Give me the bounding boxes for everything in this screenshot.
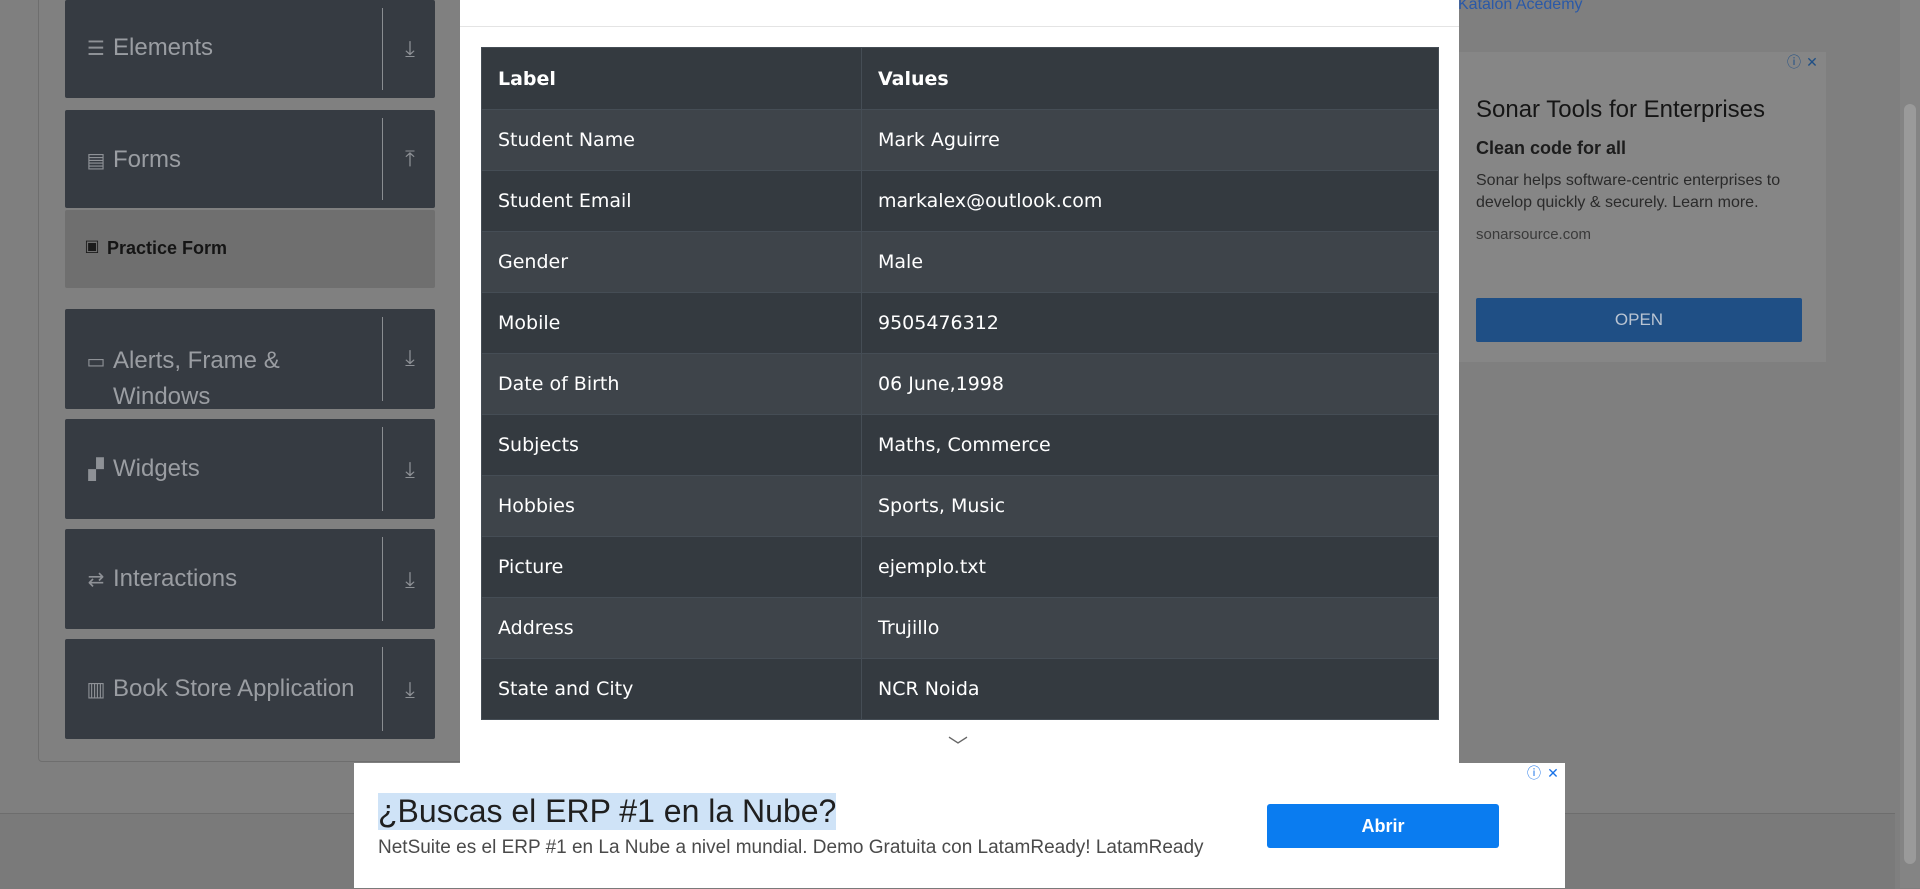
- row-label: Student Name: [481, 109, 862, 171]
- ad-info-icon[interactable]: ⓘ: [1786, 54, 1802, 70]
- widgets-icon: ▞: [88, 459, 104, 481]
- separator: [382, 647, 383, 731]
- page-scrollbar[interactable]: [1900, 0, 1920, 888]
- download-icon: ⤓: [405, 345, 415, 370]
- download-icon: ⤓: [405, 36, 415, 61]
- submission-modal: Label Values Student Name Mark Aguirre S…: [460, 0, 1459, 780]
- separator: [382, 427, 383, 511]
- row-value: NCR Noida: [861, 658, 1439, 720]
- sidebar-group-label: Book Store Application: [113, 675, 355, 702]
- sidebar-group-label: Forms: [113, 146, 181, 173]
- sidebar-item-practice-form[interactable]: ▣ Practice Form: [65, 210, 435, 288]
- sidebar-group-elements[interactable]: ☰ Elements ⤓: [65, 0, 435, 98]
- table-row: Subjects Maths, Commerce: [481, 414, 1439, 476]
- sidebar-group-interactions[interactable]: ⇄ Interactions ⤓: [65, 529, 435, 629]
- ad-title[interactable]: Sonar Tools for Enterprises: [1476, 96, 1765, 124]
- separator: [382, 8, 383, 90]
- row-label: State and City: [481, 658, 862, 720]
- sidebar-item-label: Practice Form: [107, 238, 228, 258]
- table-row: Gender Male: [481, 231, 1439, 293]
- row-value: 9505476312: [861, 292, 1439, 354]
- sidebar-group-label: Widgets: [113, 455, 200, 482]
- sidebar-group-label: Alerts, Frame & Windows: [113, 347, 280, 410]
- document-icon: ▤: [86, 150, 106, 172]
- sidebar-group-forms[interactable]: ▤ Forms ⤒: [65, 110, 435, 208]
- row-value: Maths, Commerce: [861, 414, 1439, 476]
- row-value: markalex@outlook.com: [861, 170, 1439, 232]
- row-label: Subjects: [481, 414, 862, 476]
- row-value: ejemplo.txt: [861, 536, 1439, 598]
- html5-icon: ▣: [84, 238, 100, 255]
- table-row: Mobile 9505476312: [481, 292, 1439, 354]
- row-label: Gender: [481, 231, 862, 293]
- sidebar-group-label: Interactions: [113, 565, 238, 592]
- chevron-down-icon[interactable]: ﹀: [948, 730, 968, 759]
- row-label: Picture: [481, 536, 862, 598]
- table-row: Student Email markalex@outlook.com: [481, 170, 1439, 232]
- download-icon: ⤓: [405, 677, 415, 702]
- table-header-row: Label Values: [481, 47, 1439, 110]
- bottom-ad: ⓘ ✕ ¿Buscas el ERP #1 en la Nube? NetSui…: [354, 763, 1565, 888]
- table-row: Student Name Mark Aguirre: [481, 109, 1439, 171]
- table-row: Hobbies Sports, Music: [481, 475, 1439, 537]
- download-icon: ⤓: [405, 457, 415, 482]
- sidebar-group-book-store[interactable]: ▥ Book Store Application ⤓: [65, 639, 435, 739]
- row-value: Mark Aguirre: [861, 109, 1439, 171]
- window-icon: ▭: [86, 351, 106, 373]
- ad-subtitle: Clean code for all: [1476, 138, 1627, 158]
- ad-open-button[interactable]: OPEN: [1476, 298, 1802, 342]
- row-label: Address: [481, 597, 862, 659]
- ad-domain[interactable]: sonarsource.com: [1476, 226, 1591, 243]
- results-table: Label Values Student Name Mark Aguirre S…: [481, 47, 1439, 720]
- table-row: Address Trujillo: [481, 597, 1439, 659]
- ad-open-button[interactable]: Abrir: [1267, 804, 1499, 848]
- table-row: Date of Birth 06 June,1998: [481, 353, 1439, 415]
- sidebar-group-label: Elements: [113, 34, 214, 61]
- separator: [382, 537, 383, 621]
- close-icon[interactable]: ✕: [1804, 54, 1820, 70]
- scrollbar-thumb[interactable]: [1904, 104, 1916, 864]
- separator: [382, 118, 383, 200]
- column-header: Values: [861, 47, 1439, 110]
- menu-icon: ☰: [87, 38, 105, 60]
- books-icon: ▥: [86, 679, 106, 701]
- row-value: Sports, Music: [861, 475, 1439, 537]
- table-row: Picture ejemplo.txt: [481, 536, 1439, 598]
- row-label: Student Email: [481, 170, 862, 232]
- row-label: Date of Birth: [481, 353, 862, 415]
- sidebar-group-alerts[interactable]: ▭ Alerts, Frame & Windows ⤓: [65, 309, 435, 410]
- table-row: State and City NCR Noida: [481, 658, 1439, 720]
- close-icon[interactable]: ✕: [1545, 765, 1561, 781]
- row-value: Male: [861, 231, 1439, 293]
- modal-header-divider: [460, 26, 1459, 27]
- katalon-ad-image[interactable]: Katalon Acedemy: [1458, 0, 1583, 14]
- right-ad: ⓘ ✕ Sonar Tools for Enterprises Clean co…: [1458, 52, 1826, 362]
- sidebar-group-widgets[interactable]: ▞ Widgets ⤓: [65, 419, 435, 519]
- row-label: Hobbies: [481, 475, 862, 537]
- row-label: Mobile: [481, 292, 862, 354]
- separator: [382, 317, 383, 401]
- ad-info-icon[interactable]: ⓘ: [1526, 765, 1542, 781]
- row-value: Trujillo: [861, 597, 1439, 659]
- interactions-icon: ⇄: [87, 569, 105, 591]
- ad-description: Sonar helps software-centric enterprises…: [1476, 172, 1781, 211]
- upload-icon: ⤒: [405, 146, 415, 171]
- download-icon: ⤓: [405, 567, 415, 592]
- ad-title[interactable]: ¿Buscas el ERP #1 en la Nube?: [378, 793, 837, 830]
- row-value: 06 June,1998: [861, 353, 1439, 415]
- column-header: Label: [481, 47, 862, 110]
- ad-description: NetSuite es el ERP #1 en La Nube a nivel…: [378, 837, 1204, 858]
